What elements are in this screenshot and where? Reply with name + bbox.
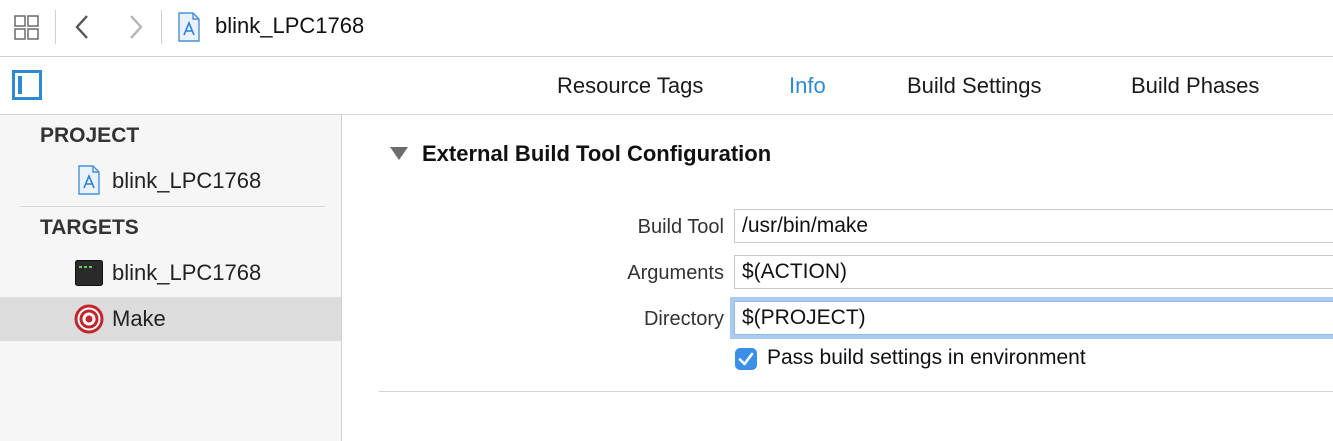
build-tool-label: Build Tool	[637, 216, 724, 238]
sidebar-item-project[interactable]: blink_LPC1768	[0, 159, 341, 203]
tab-build-phases[interactable]: Build Phases	[1131, 73, 1259, 99]
jump-bar: blink_LPC1768	[0, 0, 1333, 57]
terminal-icon	[75, 260, 103, 286]
xcode-project-file-icon	[78, 165, 100, 195]
back-arrow-icon[interactable]	[70, 13, 94, 41]
related-items-icon[interactable]	[14, 15, 40, 41]
info-panel: External Build Tool Configuration Build …	[342, 115, 1333, 441]
divider	[161, 10, 162, 44]
target-icon	[74, 304, 104, 334]
section-title: External Build Tool Configuration	[422, 141, 772, 166]
sidebar-item-target-make[interactable]: Make	[0, 297, 341, 341]
tab-resource-tags[interactable]: Resource Tags	[557, 73, 703, 99]
sidebar-item-target-blink[interactable]: blink_LPC1768	[0, 251, 341, 295]
xcode-project-file-icon	[178, 12, 200, 42]
arguments-field[interactable]: $(ACTION)	[734, 255, 1333, 289]
breadcrumb[interactable]: blink_LPC1768	[215, 13, 364, 39]
checkmark-icon	[738, 352, 754, 366]
project-target-list: PROJECT blink_LPC1768 TARGETS blink_LPC1…	[0, 115, 342, 441]
sidebar-toggle-icon[interactable]	[12, 70, 42, 100]
divider	[20, 206, 325, 207]
disclosure-triangle-icon[interactable]	[390, 147, 408, 160]
pass-env-checkbox[interactable]	[735, 348, 757, 370]
arguments-label: Arguments	[627, 262, 724, 284]
build-tool-field[interactable]: /usr/bin/make	[734, 209, 1333, 243]
project-section-header: PROJECT	[40, 124, 140, 147]
sidebar-item-label: Make	[112, 306, 166, 331]
sidebar-item-label: blink_LPC1768	[112, 260, 262, 285]
pass-env-label[interactable]: Pass build settings in environment	[767, 346, 1086, 370]
divider	[55, 10, 56, 44]
divider	[379, 391, 1333, 392]
directory-label: Directory	[643, 308, 724, 330]
editor-tab-bar: Resource Tags Info Build Settings Build …	[0, 57, 1333, 115]
targets-section-header: TARGETS	[40, 216, 139, 239]
directory-field[interactable]: $(PROJECT)	[734, 301, 1333, 335]
tab-info[interactable]: Info	[789, 73, 826, 99]
forward-arrow-icon[interactable]	[124, 13, 148, 41]
tab-build-settings[interactable]: Build Settings	[907, 73, 1042, 99]
sidebar-item-label: blink_LPC1768	[112, 168, 262, 193]
